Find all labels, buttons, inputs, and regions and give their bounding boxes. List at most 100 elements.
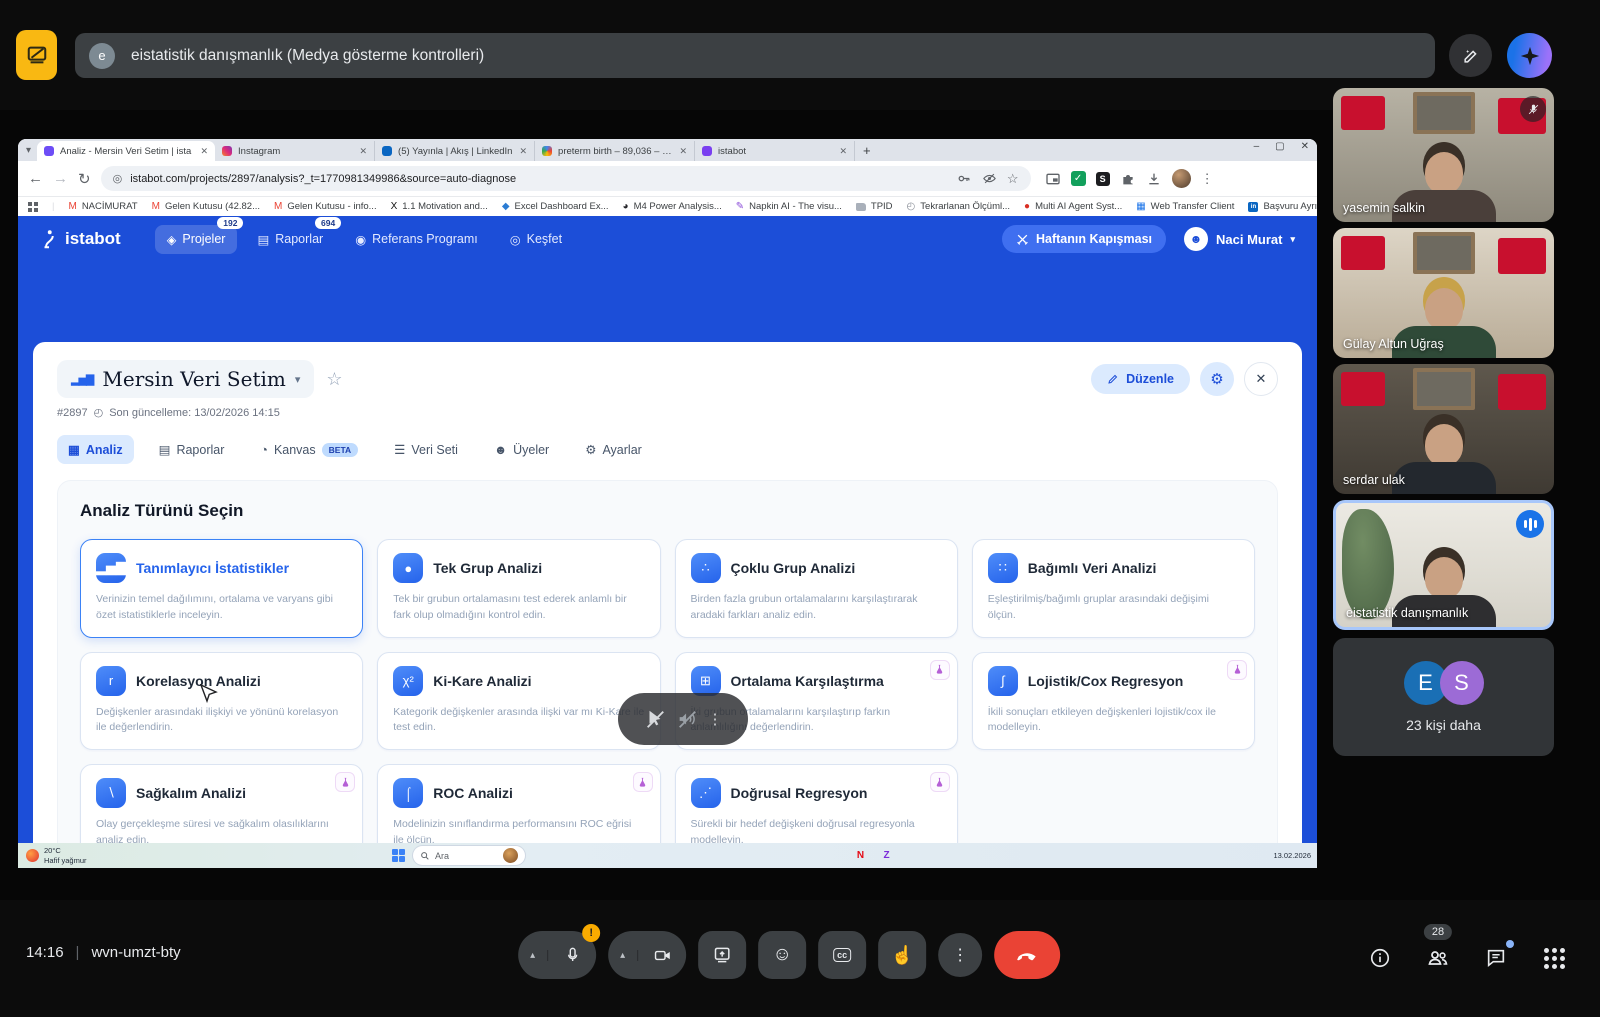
project-favorite-star-icon[interactable]: ☆ [326, 369, 342, 390]
analysis-card[interactable]: ∴ Çoklu Grup Analizi Birden fazla grubun… [675, 539, 958, 638]
taskbar-weather-widget[interactable]: 20°C Hafif yağmur [26, 846, 87, 865]
annotate-button[interactable] [1449, 34, 1492, 77]
bookmark-item[interactable]: X 1.1 Motivation and... [391, 201, 488, 212]
password-key-icon[interactable] [957, 171, 972, 186]
taskbar-search[interactable]: Ara [413, 846, 525, 865]
bookmark-item[interactable]: ◕ M4 Power Analysis... [623, 201, 722, 212]
browser-tab[interactable]: (5) Yayınla | Akış | LinkedIn ✕ [375, 141, 535, 161]
app-tab[interactable]: ▤ Raporlar [148, 435, 236, 464]
camera-button[interactable] [638, 946, 686, 965]
more-participants-tile[interactable]: E S 23 kişi daha [1333, 638, 1554, 756]
camera-control[interactable]: ▴ [608, 931, 686, 979]
project-title-dropdown[interactable]: ▂▅▇ Mersin Veri Setim ▾ [57, 360, 314, 398]
taskbar-app-icon[interactable] [774, 847, 791, 864]
browser-tab[interactable]: preterm birth – 89,036 – Web o… ✕ [535, 141, 695, 161]
taskbar-app-icon[interactable]: Z [878, 847, 895, 864]
tab-close-icon[interactable]: ✕ [519, 146, 527, 157]
analysis-card[interactable]: ● Tek Grup Analizi Tek bir grubun ortala… [377, 539, 660, 638]
camera-options-chevron[interactable]: ▴ [608, 950, 638, 961]
analysis-card[interactable]: ∫ Lojistik/Cox Regresyon İkili sonuçları… [972, 652, 1255, 751]
new-tab-button[interactable]: + [863, 143, 871, 158]
participant-tile[interactable]: serdar ulak [1333, 364, 1554, 494]
nav-item[interactable]: ▤ Raporlar 694 [245, 225, 335, 254]
gemini-button[interactable] [1507, 33, 1552, 78]
meeting-info-button[interactable] [1362, 940, 1398, 976]
windows-start-button[interactable] [392, 849, 406, 863]
participant-tile[interactable]: yasemin salkin [1333, 88, 1554, 222]
url-bar[interactable]: ◎ istabot.com/projects/2897/analysis?_t=… [101, 166, 1031, 191]
tab-close-icon[interactable]: ✕ [359, 146, 367, 157]
overlay-more-options-icon[interactable]: ⋮ [708, 710, 723, 728]
mic-control[interactable]: ▴ ! [518, 931, 596, 979]
participant-tile[interactable]: Gülay Altun Uğraş [1333, 228, 1554, 358]
weekly-contest-button[interactable]: Haftanın Kapışması [1002, 225, 1166, 253]
taskbar-app-icon[interactable] [748, 847, 765, 864]
bookmark-item[interactable]: M Gelen Kutusu - info... [274, 201, 377, 212]
app-tab[interactable]: ☻ Üyeler [483, 436, 560, 464]
browser-tab[interactable]: Instagram ✕ [215, 141, 375, 161]
forward-button[interactable]: → [53, 170, 68, 187]
chat-button[interactable] [1478, 940, 1514, 976]
back-button[interactable]: ← [28, 170, 43, 187]
taskbar-app-icon[interactable]: N [852, 847, 869, 864]
taskbar-app-icon[interactable] [618, 847, 635, 864]
bookmark-item[interactable]: ◆ Excel Dashboard Ex... [502, 201, 609, 212]
project-settings-button[interactable]: ⚙ [1200, 362, 1234, 396]
taskbar-app-icon[interactable] [540, 847, 557, 864]
window-close-button[interactable]: ✕ [1301, 141, 1309, 152]
app-tab[interactable]: ⚙ Ayarlar [574, 435, 653, 464]
taskbar-date[interactable]: 13.02.2026 [1273, 851, 1311, 860]
presentation-mute-overlay[interactable]: ⋮ [618, 693, 748, 745]
browser-tab[interactable]: Analiz - Mersin Veri Setim | ista ✕ [37, 141, 215, 161]
nav-item[interactable]: ◈ Projeler 192 [155, 225, 238, 254]
analysis-card[interactable]: ∷ Bağımlı Veri Analizi Eşleştirilmiş/bağ… [972, 539, 1255, 638]
edit-button[interactable]: Düzenle [1091, 364, 1190, 394]
bookmark-item[interactable]: M NACİMURAT [68, 201, 137, 212]
bookmark-item[interactable]: ▦ Web Transfer Client [1136, 201, 1234, 212]
dark-extension-icon[interactable]: S [1096, 172, 1110, 186]
bookmark-item[interactable]: ▭ TPID [856, 201, 893, 212]
apps-grid-icon[interactable] [28, 202, 38, 212]
extensions-puzzle-icon[interactable] [1120, 171, 1136, 187]
taskbar-app-icon[interactable] [644, 847, 661, 864]
bookmark-item[interactable]: M Gelen Kutusu (42.82... [152, 201, 260, 212]
raise-hand-button[interactable]: ☝ [878, 931, 926, 979]
participants-button[interactable]: 28 [1420, 940, 1456, 976]
taskbar-app-icon[interactable] [566, 847, 583, 864]
nav-item[interactable]: ◎ Keşfet [498, 225, 574, 254]
mic-button[interactable] [548, 946, 596, 965]
taskbar-app-icon[interactable] [670, 847, 687, 864]
site-info-icon[interactable]: ◎ [113, 172, 123, 185]
app-tab[interactable]: ☰ Veri Seti [383, 435, 469, 464]
bookmark-item[interactable]: in Başvuru Ayrıntıları |... [1248, 201, 1317, 212]
taskbar-app-icon[interactable] [696, 847, 713, 864]
taskbar-app-icon[interactable] [826, 847, 843, 864]
present-button[interactable] [698, 931, 746, 979]
analysis-card[interactable]: χ² Ki-Kare Analizi Kategorik değişkenler… [377, 652, 660, 751]
audio-muted-icon[interactable] [676, 708, 698, 730]
project-close-button[interactable]: ✕ [1244, 362, 1278, 396]
istabot-logo[interactable]: istabot [40, 229, 121, 249]
pip-extension-icon[interactable] [1045, 171, 1061, 187]
tab-close-icon[interactable]: ✕ [200, 146, 208, 157]
pointer-disabled-icon[interactable] [644, 708, 666, 730]
profile-avatar[interactable] [1172, 169, 1191, 188]
shared-screen-title-bar[interactable]: e eistatistik danışmanlık (Medya gösterm… [75, 33, 1435, 78]
bookmark-item[interactable]: ◴ Tekrarlanan Ölçüml... [907, 201, 1011, 212]
participant-tile[interactable]: eistatistik danışmanlık [1333, 500, 1554, 630]
bookmark-item[interactable]: ✎ Napkin AI - The visu... [736, 201, 842, 212]
analysis-card[interactable]: ▂▅▇ Tanımlayıcı İstatistikler Verinizin … [80, 539, 363, 638]
end-call-button[interactable] [994, 931, 1060, 979]
browser-tab[interactable]: istabot ✕ [695, 141, 855, 161]
taskbar-app-icon[interactable] [722, 847, 739, 864]
tab-search-chevron-icon[interactable]: ▾ [26, 145, 31, 156]
taskbar-app-icon[interactable] [592, 847, 609, 864]
mic-options-chevron[interactable]: ▴ [518, 950, 548, 961]
bookmark-star-icon[interactable]: ☆ [1007, 171, 1019, 187]
activities-button[interactable] [1536, 940, 1572, 976]
browser-menu-icon[interactable]: ⋮ [1201, 171, 1214, 187]
more-options-button[interactable]: ⋮ [938, 933, 982, 977]
user-menu[interactable]: ☻ Naci Murat ▾ [1184, 227, 1295, 251]
app-tab[interactable]: ◔ Kanvas BETA [249, 436, 369, 464]
window-maximize-button[interactable]: ▢ [1275, 141, 1284, 152]
